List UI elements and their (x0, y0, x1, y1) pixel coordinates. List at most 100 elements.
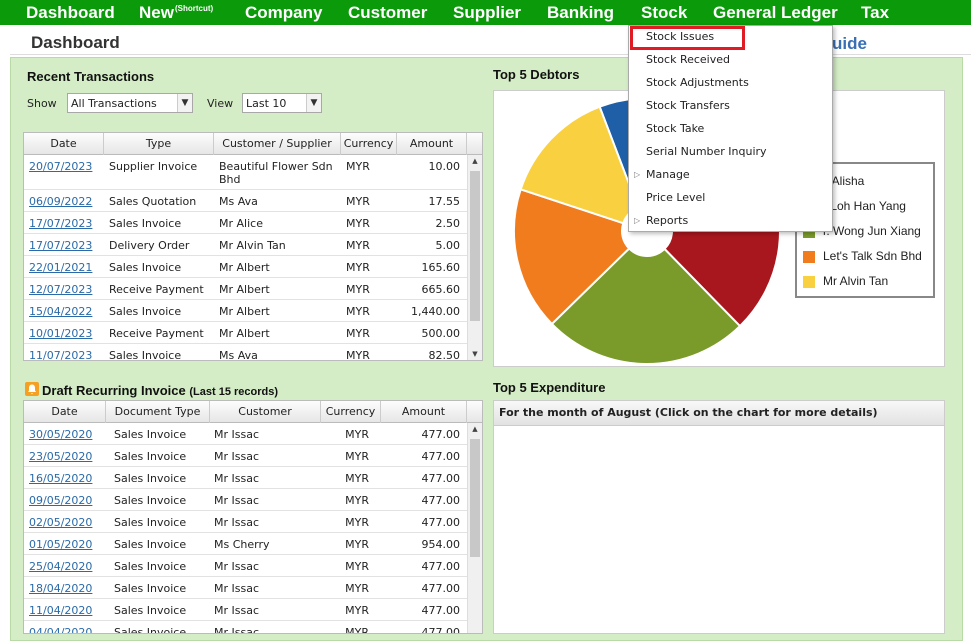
table-row[interactable]: 04/04/2020 Sales Invoice Mr Issac MYR 477.00 (24, 621, 467, 633)
date-link[interactable]: 02/05/2020 (29, 516, 103, 529)
type-cell: Sales Invoice (109, 261, 182, 274)
date-link[interactable]: 23/05/2020 (29, 450, 103, 463)
date-link[interactable]: 10/01/2023 (29, 327, 103, 340)
table-row[interactable]: 30/05/2020 Sales Invoice Mr Issac MYR 477.00 (24, 423, 467, 445)
currency-cell: MYR (345, 604, 369, 617)
date-link[interactable]: 11/07/2023 (29, 349, 103, 360)
date-link[interactable]: 01/05/2020 (29, 538, 103, 551)
date-link[interactable]: 16/05/2020 (29, 472, 103, 485)
scroll-down-icon[interactable]: ▼ (468, 348, 482, 360)
table-row[interactable]: 02/05/2020 Sales Invoice Mr Issac MYR 477.00 (24, 511, 467, 533)
nav-company[interactable]: Company (245, 3, 322, 23)
show-filter-select[interactable]: All Transactions ▼ (67, 93, 193, 113)
date-link[interactable]: 04/04/2020 (29, 626, 103, 633)
menu-item-price-level[interactable]: Price Level (629, 186, 832, 209)
table-row[interactable]: 12/07/2023 Receive Payment Mr Albert MYR 665… (24, 278, 467, 300)
table-row[interactable]: 17/07/2023 Sales Invoice Mr Alice MYR 2.50 (24, 212, 467, 234)
legend-label: Let's Talk Sdn Bhd (823, 249, 922, 263)
view-filter-value: Last 10 (246, 97, 287, 110)
column-header-currency[interactable]: Currency (321, 401, 381, 423)
scroll-thumb[interactable] (470, 171, 480, 321)
draft-recurring-invoice-table: Date Document Type Customer Currency Amo… (23, 400, 483, 634)
nav-tax[interactable]: Tax (861, 3, 889, 23)
currency-cell: MYR (346, 239, 370, 252)
table-row[interactable]: 15/04/2022 Sales Invoice Mr Albert MYR 1,440… (24, 300, 467, 322)
menu-item-stock-transfers[interactable]: Stock Transfers (629, 94, 832, 117)
scroll-thumb[interactable] (470, 439, 480, 557)
table-row[interactable]: 25/04/2020 Sales Invoice Mr Issac MYR 477.00 (24, 555, 467, 577)
nav-stock[interactable]: Stock (641, 3, 687, 23)
guide-link[interactable]: uide (832, 34, 867, 54)
menu-item-manage[interactable]: ▷ Manage (629, 163, 832, 186)
date-link[interactable]: 18/04/2020 (29, 582, 103, 595)
date-link[interactable]: 17/07/2023 (29, 217, 103, 230)
menu-item-label: Stock Transfers (646, 99, 730, 112)
customer-cell: Mr Issac (214, 516, 260, 529)
nav-customer[interactable]: Customer (348, 3, 427, 23)
column-header-customer[interactable]: Customer (210, 401, 321, 423)
nav-general-ledger[interactable]: General Ledger (713, 3, 838, 23)
column-header-customer-supplier[interactable]: Customer / Supplier (214, 133, 341, 155)
nav-new[interactable]: New(Shortcut) (139, 3, 213, 23)
legend-item[interactable]: Let's Talk Sdn Bhd (797, 246, 935, 266)
column-header-type[interactable]: Type (104, 133, 214, 155)
menu-item-reports[interactable]: ▷ Reports (629, 209, 832, 232)
date-link[interactable]: 30/05/2020 (29, 428, 103, 441)
column-header-date[interactable]: Date (24, 133, 104, 155)
date-link[interactable]: 09/05/2020 (29, 494, 103, 507)
draft-scrollbar[interactable]: ▲ (467, 423, 482, 633)
menu-item-stock-received[interactable]: Stock Received (629, 48, 832, 71)
table-row[interactable]: 20/07/2023 Supplier Invoice Beautiful Flow… (24, 155, 467, 190)
expenditure-header: For the month of August (Click on the ch… (494, 401, 944, 426)
show-filter-value: All Transactions (71, 97, 157, 110)
menu-item-stock-take[interactable]: Stock Take (629, 117, 832, 140)
scroll-up-icon[interactable]: ▲ (468, 155, 482, 167)
document-type-cell: Sales Invoice (114, 428, 187, 441)
date-link[interactable]: 12/07/2023 (29, 283, 103, 296)
currency-cell: MYR (346, 327, 370, 340)
scroll-up-icon[interactable]: ▲ (468, 423, 482, 435)
table-row[interactable]: 11/07/2023 Sales Invoice Ms Ava MYR 82.50 (24, 344, 467, 361)
view-filter-select[interactable]: Last 10 ▼ (242, 93, 322, 113)
column-header-currency[interactable]: Currency (341, 133, 397, 155)
menu-item-serial-number-inquiry[interactable]: Serial Number Inquiry (629, 140, 832, 163)
menu-item-label: Price Level (646, 191, 706, 204)
amount-cell: 82.50 (428, 349, 461, 361)
nav-supplier[interactable]: Supplier (453, 3, 521, 23)
table-row[interactable]: 09/05/2020 Sales Invoice Mr Issac MYR 477.00 (24, 489, 467, 511)
table-row[interactable]: 16/05/2020 Sales Invoice Mr Issac MYR 477.00 (24, 467, 467, 489)
table-row[interactable]: 17/07/2023 Delivery Order Mr Alvin Tan MYR 5… (24, 234, 467, 256)
stock-issues-highlight-box (630, 26, 745, 50)
table-row[interactable]: 06/09/2022 Sales Quotation Ms Ava MYR 17.55 (24, 190, 467, 212)
date-link[interactable]: 22/01/2021 (29, 261, 103, 274)
amount-cell: 2.50 (435, 217, 461, 230)
date-link[interactable]: 25/04/2020 (29, 560, 103, 573)
table-row[interactable]: 10/01/2023 Receive Payment Mr Albert MYR 500… (24, 322, 467, 344)
date-link[interactable]: 11/04/2020 (29, 604, 103, 617)
currency-cell: MYR (345, 582, 369, 595)
party-cell: Mr Alice (219, 217, 263, 230)
nav-banking[interactable]: Banking (547, 3, 614, 23)
menu-item-stock-adjustments[interactable]: Stock Adjustments (629, 71, 832, 94)
column-header-amount[interactable]: Amount (381, 401, 467, 423)
table-row[interactable]: 18/04/2020 Sales Invoice Mr Issac MYR 477.00 (24, 577, 467, 599)
amount-cell: 477.00 (421, 560, 461, 573)
column-header-date[interactable]: Date (24, 401, 106, 423)
date-link[interactable]: 20/07/2023 (29, 160, 103, 173)
submenu-arrow-icon: ▷ (634, 170, 641, 179)
column-header-document-type[interactable]: Document Type (106, 401, 210, 423)
nav-dashboard[interactable]: Dashboard (26, 3, 115, 23)
table-row[interactable]: 11/04/2020 Sales Invoice Mr Issac MYR 477.00 (24, 599, 467, 621)
top-expenditure-panel[interactable]: For the month of August (Click on the ch… (493, 400, 945, 634)
column-header-amount[interactable]: Amount (397, 133, 467, 155)
table-row[interactable]: 23/05/2020 Sales Invoice Mr Issac MYR 477.00 (24, 445, 467, 467)
date-link[interactable]: 06/09/2022 (29, 195, 103, 208)
amount-cell: 5.00 (435, 239, 461, 252)
table-row[interactable]: 01/05/2020 Sales Invoice Ms Cherry MYR 954.0… (24, 533, 467, 555)
recent-scrollbar[interactable]: ▲ ▼ (467, 155, 482, 360)
table-row[interactable]: 22/01/2021 Sales Invoice Mr Albert MYR 165.6… (24, 256, 467, 278)
date-link[interactable]: 15/04/2022 (29, 305, 103, 318)
menu-item-label: Reports (646, 214, 689, 227)
date-link[interactable]: 17/07/2023 (29, 239, 103, 252)
legend-item[interactable]: Mr Alvin Tan (797, 271, 935, 291)
